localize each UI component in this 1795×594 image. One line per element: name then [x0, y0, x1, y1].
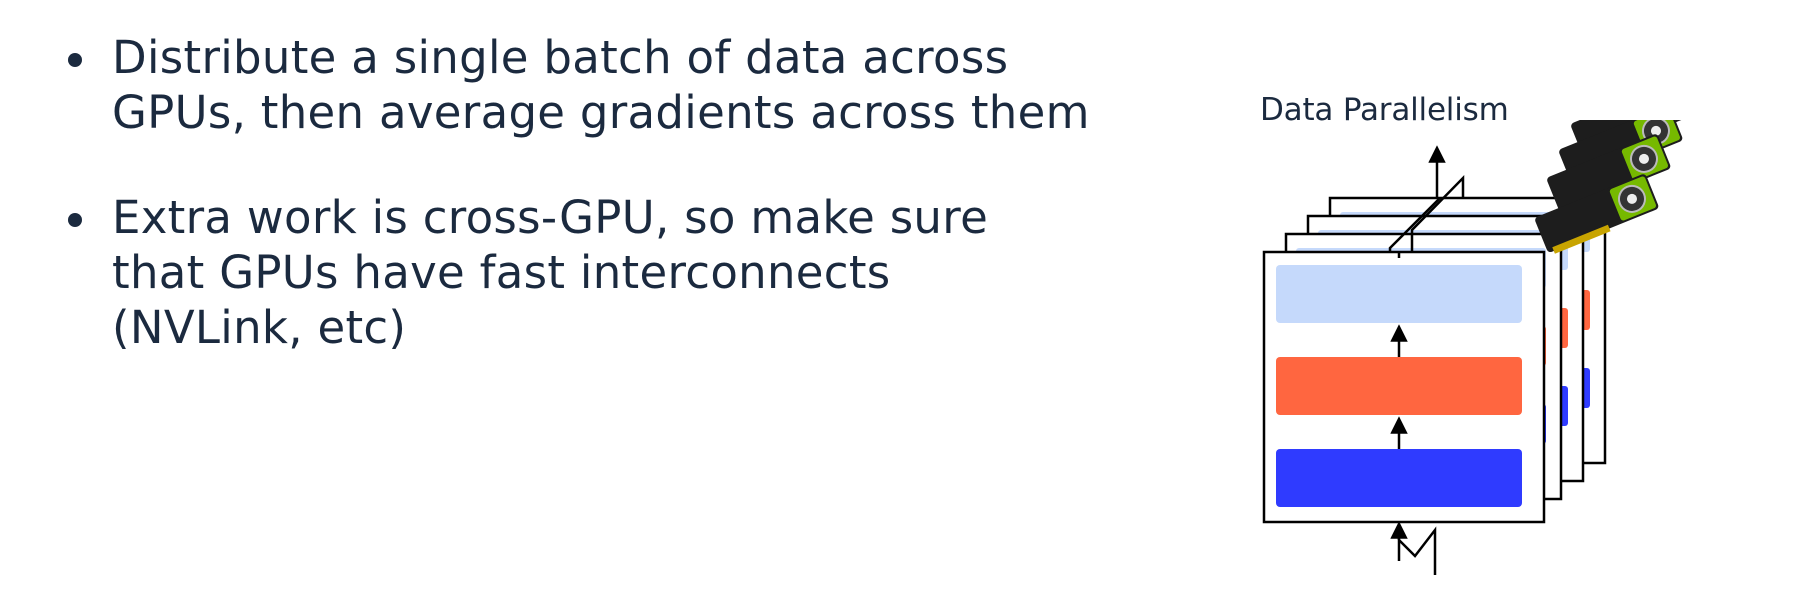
- replica-layer-top: [1276, 265, 1522, 323]
- bullet-dot-icon: [68, 213, 82, 227]
- replica-layer-bottom: [1276, 449, 1522, 507]
- replica-frame-1: [1262, 250, 1546, 524]
- bullet-list: Distribute a single batch of data across…: [60, 30, 1100, 405]
- bullet-item-distribute: Distribute a single batch of data across…: [60, 30, 1100, 140]
- replica-layer-middle: [1276, 357, 1522, 415]
- input-connector: [1397, 526, 1437, 575]
- data-parallelism-diagram: [1262, 120, 1695, 575]
- bullet-item-cross-gpu: Extra work is cross-GPU, so make sure th…: [60, 190, 1100, 355]
- bullet-line: (NVLink, etc): [112, 301, 407, 354]
- bullet-line: GPUs, then average gradients across them: [112, 86, 1090, 139]
- bullet-line: Extra work is cross-GPU, so make sure: [112, 191, 989, 244]
- bullet-dot-icon: [68, 53, 82, 67]
- bullet-line: that GPUs have fast interconnects: [112, 246, 891, 299]
- bullet-line: Distribute a single batch of data across: [112, 31, 1009, 84]
- gpu-cards: [1535, 120, 1695, 254]
